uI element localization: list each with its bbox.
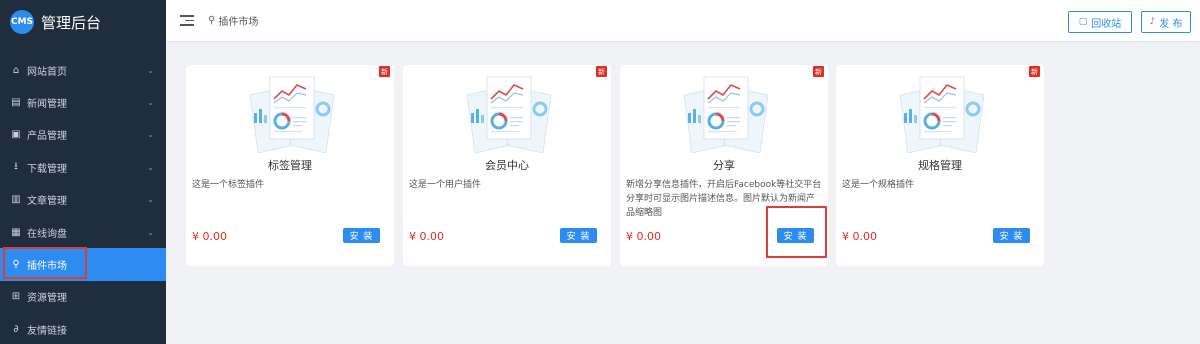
chevron-down-icon: ⌄ xyxy=(147,130,154,140)
plugin-title: 规格管理 xyxy=(918,159,962,172)
grid-icon: ⊞ xyxy=(11,291,21,303)
plugin-description: 这是一个用户插件 xyxy=(409,180,482,190)
brand[interactable]: CMS 管理后台 xyxy=(0,0,166,44)
sidebar-item[interactable]: ▣ 产品管理 ⌄ xyxy=(0,119,166,151)
microphone-icon: ♪ xyxy=(1149,17,1156,27)
pin-icon: ⚲ xyxy=(208,15,216,26)
menu-toggle-icon[interactable] xyxy=(180,15,194,26)
link-icon: ∂ xyxy=(13,323,19,335)
plugin-price: ¥ 0.00 xyxy=(192,230,227,243)
sidebar-item-label: 在线询盘 xyxy=(27,228,67,240)
plugin-title: 分享 xyxy=(713,159,735,172)
chevron-down-icon: ⌄ xyxy=(147,65,154,75)
breadcrumb-label: 插件市场 xyxy=(218,17,259,28)
plugin-illustration xyxy=(892,73,992,154)
plugin-price: ¥ 0.00 xyxy=(842,230,877,243)
sidebar-item-label: 资源管理 xyxy=(27,293,67,305)
publish-label: 发 布 xyxy=(1159,18,1183,30)
publish-button[interactable]: ♪ 发 布 xyxy=(1141,11,1191,33)
home-icon: ⌂ xyxy=(12,64,20,76)
sidebar-item[interactable]: ⊞ 资源管理 xyxy=(0,281,166,313)
plugin-title: 会员中心 xyxy=(485,159,529,172)
annotation-highlight-install xyxy=(766,206,827,258)
plugin-illustration xyxy=(676,73,776,154)
recycle-bin-button[interactable]: ▢ 回收站 xyxy=(1068,11,1132,33)
recycle-bin-label: 回收站 xyxy=(1091,18,1122,30)
plugin-price: ¥ 0.00 xyxy=(626,230,661,243)
sidebar-item-label: 产品管理 xyxy=(27,131,67,143)
breadcrumb: ⚲ 插件市场 xyxy=(208,13,258,28)
plugin-price: ¥ 0.00 xyxy=(409,230,444,243)
news-icon: ▤ xyxy=(11,97,21,109)
sidebar-item[interactable]: ∂ 友情链接 xyxy=(0,313,166,344)
plugin-description: 这是一个规格插件 xyxy=(842,180,915,190)
chevron-down-icon: ⌄ xyxy=(147,162,154,172)
sidebar-item-label: 文章管理 xyxy=(27,196,67,208)
chevron-down-icon: ⌄ xyxy=(147,227,154,237)
product-icon: ▣ xyxy=(11,129,21,141)
install-button[interactable]: 安 装 xyxy=(993,228,1030,243)
annotation-highlight-plugin-market xyxy=(3,247,87,279)
brand-title: 管理后台 xyxy=(41,13,102,32)
new-badge: 新 xyxy=(1029,66,1040,77)
new-badge: 新 xyxy=(379,66,390,77)
plugin-card: 新 标签管理 这是一个标签插件 ¥ 0.00 安 装 xyxy=(186,65,394,266)
article-icon: ▥ xyxy=(11,194,21,206)
plugin-card: 新 规格管理 这是一个规格插件 ¥ 0.00 安 装 xyxy=(836,65,1044,266)
plugin-title: 标签管理 xyxy=(268,159,312,172)
install-button[interactable]: 安 装 xyxy=(560,228,597,243)
sidebar-item-label: 友情链接 xyxy=(27,325,67,337)
sidebar-item[interactable]: ⌂ 网站首页 ⌄ xyxy=(0,54,166,86)
plugin-description: 这是一个标签插件 xyxy=(192,180,265,190)
install-button[interactable]: 安 装 xyxy=(343,228,380,243)
sidebar-menu: ⌂ 网站首页 ⌄ ▤ 新闻管理 ⌄ ▣ 产品管理 ⌄ ⭳ 下载管理 ⌄ ▥ 文章管理 ⌄ ▦ 在线询盘 ⌄ ⚲ 插件市… xyxy=(0,54,166,344)
download-icon: ⭳ xyxy=(14,160,18,172)
chevron-down-icon: ⌄ xyxy=(147,195,154,205)
sidebar-item-label: 网站首页 xyxy=(27,66,67,78)
top-header: ⚲ 插件市场 ▢ 回收站 ♪ 发 布 xyxy=(166,0,1200,42)
inquiry-icon: ▦ xyxy=(11,226,21,238)
sidebar-item-label: 下载管理 xyxy=(27,163,67,175)
cms-logo: CMS xyxy=(10,10,34,34)
sidebar: CMS 管理后台 ⌂ 网站首页 ⌄ ▤ 新闻管理 ⌄ ▣ 产品管理 ⌄ ⭳ 下载管理 ⌄ ▥ 文章管理 ⌄ ▦… xyxy=(0,0,166,344)
sidebar-item-label: 新闻管理 xyxy=(27,99,67,111)
sidebar-item[interactable]: ▦ 在线询盘 ⌄ xyxy=(0,216,166,248)
plugin-illustration xyxy=(242,73,342,154)
sidebar-item[interactable]: ⭳ 下载管理 ⌄ xyxy=(0,151,166,183)
plugin-illustration xyxy=(459,73,559,154)
plugin-card: 新 会员中心 这是一个用户插件 ¥ 0.00 安 装 xyxy=(403,65,611,266)
new-badge: 新 xyxy=(813,66,824,77)
sidebar-item[interactable]: ▤ 新闻管理 ⌄ xyxy=(0,86,166,118)
trash-icon: ▢ xyxy=(1078,17,1088,27)
new-badge: 新 xyxy=(596,66,607,77)
chevron-down-icon: ⌄ xyxy=(147,98,154,108)
sidebar-item[interactable]: ▥ 文章管理 ⌄ xyxy=(0,184,166,216)
